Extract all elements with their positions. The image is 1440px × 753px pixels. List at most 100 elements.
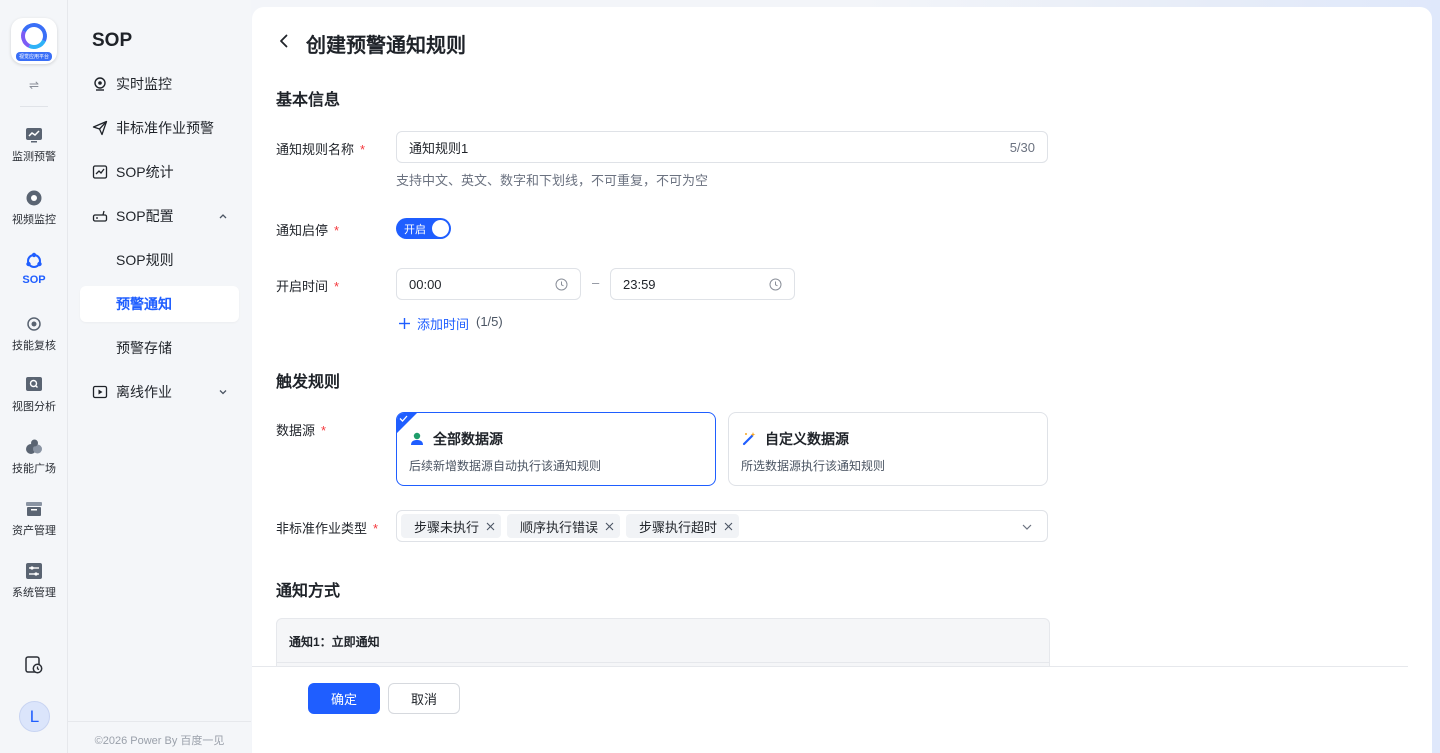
sidebar-title: SOP: [92, 30, 133, 51]
close-icon[interactable]: [486, 522, 495, 531]
sidebar-item-nonstandard-alert[interactable]: 非标准作业预警: [80, 110, 239, 146]
camera-icon: [26, 190, 42, 206]
schedule-doc-icon[interactable]: [24, 655, 44, 675]
cancel-button[interactable]: 取消: [388, 683, 460, 714]
tag-step-timeout: 步骤执行超时: [626, 514, 740, 538]
section-trigger-rules: 触发规则: [276, 374, 341, 391]
close-icon[interactable]: [724, 522, 733, 531]
label-text: 非标准作业类型: [276, 521, 368, 536]
rail-item-label: 技能复核: [12, 340, 56, 352]
sop-icon: [26, 252, 42, 268]
datasource-all-card[interactable]: 全部数据源 后续新增数据源自动执行该通知规则: [396, 412, 716, 486]
chevron-down-icon: [1022, 524, 1032, 530]
user-group-icon: [411, 432, 423, 445]
sidebar-footer: ©2026 Power By 百度一见: [68, 721, 251, 748]
rail-item-monitor-alert[interactable]: 监测预警: [0, 126, 68, 164]
sidebar-item-label: SOP统计: [116, 164, 174, 180]
sidebar-item-sop-config[interactable]: SOP配置: [80, 198, 239, 234]
sidebar-item-offline-job[interactable]: 离线作业: [80, 374, 239, 410]
rail-item-label: 视频监控: [12, 214, 56, 226]
rule-name-value: 通知规则1: [409, 140, 469, 156]
switch-icon[interactable]: ⇌: [0, 78, 68, 92]
job-type-label: 非标准作业类型 *: [276, 518, 378, 537]
section-notice-method: 通知方式: [276, 583, 341, 600]
start-time-value: 00:00: [409, 276, 442, 292]
rail-item-label: 视图分析: [12, 401, 56, 413]
required-mark: *: [334, 279, 340, 294]
sidebar-item-label: SOP规则: [116, 252, 174, 268]
required-mark: *: [360, 142, 366, 157]
tag-step-not-executed: 步骤未执行: [401, 514, 502, 538]
start-time-input[interactable]: 00:00: [396, 268, 581, 300]
rule-name-input[interactable]: 通知规则1 5/30: [396, 131, 1048, 163]
rail-item-assets[interactable]: 资产管理: [0, 500, 68, 538]
rail-item-label: 技能广场: [12, 463, 56, 475]
sidebar-item-alert-notice[interactable]: 预警通知: [80, 286, 239, 322]
rail-item-system[interactable]: 系统管理: [0, 562, 68, 600]
close-icon[interactable]: [605, 522, 614, 531]
required-mark: *: [334, 223, 340, 238]
clock-icon: [555, 278, 568, 291]
required-mark: *: [321, 423, 327, 438]
monitor-chart-icon: [26, 128, 42, 143]
sidebar-item-label: 实时监控: [116, 76, 172, 92]
stats-chart-icon: [92, 165, 108, 179]
sidebar-item-label: 预警存储: [116, 340, 172, 356]
add-time-count: (1/5): [476, 314, 503, 329]
label-text: 通知启停: [276, 223, 329, 238]
rail-item-video[interactable]: 视频监控: [0, 189, 68, 227]
video-file-icon: [92, 385, 108, 399]
end-time-value: 23:59: [623, 276, 656, 292]
sidebar-item-label: 离线作业: [116, 384, 172, 400]
add-time-label: 添加时间: [417, 317, 470, 332]
datasource-custom-card[interactable]: 自定义数据源 所选数据源执行该通知规则: [728, 412, 1048, 486]
rail-item-label: SOP: [22, 274, 46, 286]
datasource-all-desc: 后续新增数据源自动执行该通知规则: [409, 459, 602, 473]
rule-name-hint: 支持中文、英文、数字和下划线，不可重复，不可为空: [396, 173, 709, 188]
toggle-text: 开启: [404, 223, 426, 236]
rail-item-skill-review[interactable]: 技能复核: [0, 315, 68, 353]
sidebar-item-label: 非标准作业预警: [116, 120, 214, 136]
char-count: 5/30: [1009, 140, 1035, 155]
required-mark: *: [373, 521, 379, 536]
rail-item-label: 资产管理: [12, 525, 56, 537]
confirm-button[interactable]: 确定: [308, 683, 380, 714]
logo-mark-icon: [17, 19, 51, 53]
user-avatar[interactable]: L: [19, 701, 50, 732]
rule-name-label: 通知规则名称 *: [276, 139, 365, 158]
page-title: 创建预警通知规则: [306, 35, 466, 57]
rail-item-sop[interactable]: SOP: [0, 252, 68, 286]
magic-wand-icon: [742, 432, 756, 446]
job-type-select[interactable]: 步骤未执行 顺序执行错误 步骤执行超时: [396, 510, 1048, 542]
clock-icon: [769, 278, 782, 291]
label-text: 数据源: [276, 423, 316, 438]
rail-item-skill-square[interactable]: 技能广场: [0, 438, 68, 476]
target-icon: [27, 317, 41, 331]
time-range-dash: –: [592, 275, 600, 290]
tag-label: 顺序执行错误: [520, 519, 599, 535]
sidebar-item-sop-stats[interactable]: SOP统计: [80, 154, 239, 190]
end-time-input[interactable]: 23:59: [610, 268, 795, 300]
tag-order-error: 顺序执行错误: [507, 514, 621, 538]
add-time-button[interactable]: 添加时间: [398, 314, 469, 333]
app-logo[interactable]: 视觉应用平台: [11, 18, 57, 64]
sliders-icon: [26, 563, 42, 579]
bubbles-icon: [26, 439, 42, 454]
notice-toggle[interactable]: 开启: [396, 218, 451, 239]
label-text: 通知规则名称: [276, 142, 355, 157]
rail-item-view-analysis[interactable]: 视图分析: [0, 376, 68, 414]
sidebar-item-label: 预警通知: [116, 296, 172, 312]
main-card: 创建预警通知规则 基本信息 通知规则名称 * 通知规则1 5/30 支持中文、英文…: [252, 7, 1432, 753]
notice-item-title: 通知1：立即通知: [277, 619, 1049, 663]
archive-icon: [26, 502, 42, 516]
check-icon: [399, 415, 408, 422]
footer-actions: 确定 取消: [252, 666, 1408, 753]
back-arrow-icon[interactable]: [276, 33, 292, 49]
toggle-label: 通知启停 *: [276, 220, 339, 239]
datasource-label: 数据源 *: [276, 420, 326, 439]
time-label: 开启时间 *: [276, 276, 339, 295]
sidebar-item-realtime-monitor[interactable]: 实时监控: [80, 66, 239, 102]
sidebar-item-sop-rules[interactable]: SOP规则: [80, 242, 239, 278]
sidebar-item-alert-storage[interactable]: 预警存储: [80, 330, 239, 366]
label-text: 开启时间: [276, 279, 329, 294]
